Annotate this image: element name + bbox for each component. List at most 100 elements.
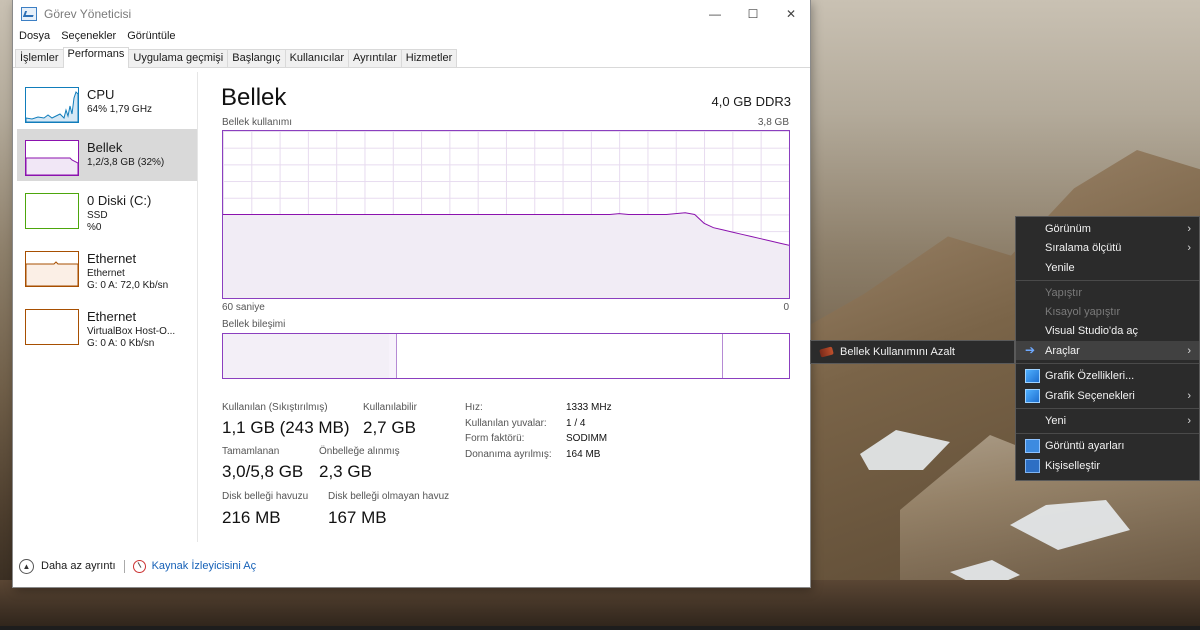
menu-item-paste: Yapıştır bbox=[1016, 283, 1199, 302]
form-factor-label: Form faktörü: bbox=[465, 433, 525, 444]
chevron-right-icon: › bbox=[1187, 389, 1191, 402]
menu-item-view[interactable]: Görünüm › bbox=[1016, 219, 1199, 238]
chevron-right-icon: › bbox=[1187, 414, 1191, 427]
sidebar-item-label: CPU bbox=[87, 87, 115, 102]
open-resource-monitor-link[interactable]: Kaynak İzleyicisini Aç bbox=[152, 560, 257, 572]
sidebar-item-label: 0 Diski (C:) bbox=[87, 193, 152, 208]
menu-item-label: Yeni bbox=[1045, 414, 1067, 427]
paged-pool-value: 216 MB bbox=[222, 508, 281, 527]
menu-item-label: Grafik Seçenekleri bbox=[1045, 389, 1135, 402]
graphics-icon bbox=[1025, 389, 1040, 403]
hardware-reserved-value: 164 MB bbox=[566, 449, 601, 460]
chevron-right-icon: › bbox=[1187, 344, 1191, 357]
menu-item-open-visual-studio[interactable]: Visual Studio'da aç bbox=[1016, 321, 1199, 340]
menu-item-label: Yenile bbox=[1045, 261, 1075, 274]
tab-details[interactable]: Ayrıntılar bbox=[347, 49, 402, 67]
tab-performance[interactable]: Performans bbox=[62, 47, 130, 68]
menu-item-label: Kısayol yapıştır bbox=[1045, 305, 1121, 318]
performance-sidebar: CPU 64% 1,79 GHz Bellek 1,2/3,8 GB (32%)… bbox=[15, 72, 198, 542]
cached-label: Önbelleğe alınmış bbox=[319, 446, 400, 457]
available-value: 2,7 GB bbox=[363, 418, 416, 437]
sidebar-item-cpu[interactable]: CPU 64% 1,79 GHz bbox=[17, 76, 197, 128]
fewer-details-link[interactable]: Daha az ayrıntı bbox=[41, 560, 116, 572]
close-button[interactable]: ✕ bbox=[772, 0, 810, 27]
menu-item-display-settings[interactable]: Görüntü ayarları bbox=[1016, 436, 1199, 455]
menu-item-label: Visual Studio'da aç bbox=[1045, 324, 1139, 337]
tab-users[interactable]: Kullanıcılar bbox=[284, 49, 349, 67]
composition-modified bbox=[389, 334, 397, 378]
footer-bar: ▲ Daha az ayrıntı Kaynak İzleyicisini Aç bbox=[19, 556, 256, 576]
menu-item-label: Görünüm bbox=[1045, 222, 1091, 235]
chevron-right-icon: › bbox=[1187, 241, 1191, 254]
sidebar-item-disk[interactable]: 0 Diski (C:) SSD %0 bbox=[17, 182, 197, 234]
tab-services[interactable]: Hizmetler bbox=[400, 49, 458, 67]
maximize-button[interactable]: ☐ bbox=[734, 0, 772, 27]
menu-item-refresh[interactable]: Yenile bbox=[1016, 258, 1199, 277]
slots-label: Kullanılan yuvalar: bbox=[465, 418, 547, 429]
arrow-icon: ➔ bbox=[1025, 343, 1036, 357]
menu-file[interactable]: Dosya bbox=[19, 30, 50, 42]
menu-item-graphics-properties[interactable]: Grafik Özellikleri... bbox=[1016, 366, 1199, 385]
in-use-label: Kullanılan (Sıkıştırılmış) bbox=[222, 402, 328, 413]
sidebar-item-ethernet-virtualbox[interactable]: Ethernet VirtualBox Host-O... G: 0 A: 0 … bbox=[17, 298, 197, 350]
disk-thumbnail bbox=[25, 193, 79, 229]
menu-view[interactable]: Görüntüle bbox=[127, 30, 175, 42]
menu-separator bbox=[1016, 363, 1199, 364]
reduce-memory-menu-item[interactable]: Bellek Kullanımını Azalt bbox=[840, 346, 955, 358]
menu-separator bbox=[1016, 280, 1199, 281]
memory-composition-bar bbox=[222, 333, 790, 379]
graph-x-right-label: 0 bbox=[783, 302, 789, 313]
menu-separator bbox=[1016, 433, 1199, 434]
menu-item-label: Sıralama ölçütü bbox=[1045, 241, 1122, 254]
memory-usage-area bbox=[223, 212, 789, 298]
memory-type: 4,0 GB DDR3 bbox=[711, 94, 791, 109]
menu-item-graphics-options[interactable]: Grafik Seçenekleri › bbox=[1016, 386, 1199, 405]
task-manager-icon bbox=[21, 6, 37, 21]
paged-pool-label: Disk belleği havuzu bbox=[222, 491, 309, 502]
sidebar-item-label: Ethernet bbox=[87, 251, 137, 266]
chevron-up-icon[interactable]: ▲ bbox=[19, 558, 34, 574]
available-label: Kullanılabilir bbox=[363, 402, 417, 413]
menu-item-sort-by[interactable]: Sıralama ölçütü › bbox=[1016, 238, 1199, 257]
composition-standby-divider bbox=[722, 334, 723, 378]
menu-item-tools[interactable]: ➔ Araçlar › bbox=[1016, 341, 1199, 360]
menu-item-label: Grafik Özellikleri... bbox=[1045, 369, 1135, 382]
sidebar-item-detail: 64% 1,79 GHz bbox=[87, 104, 153, 115]
sidebar-item-ethernet[interactable]: Ethernet Ethernet G: 0 A: 72,0 Kb/sn bbox=[17, 240, 197, 292]
tab-startup[interactable]: Başlangıç bbox=[227, 49, 286, 67]
menu-item-label: Yapıştır bbox=[1045, 286, 1083, 299]
chevron-right-icon: › bbox=[1187, 222, 1191, 235]
cached-value: 2,3 GB bbox=[319, 462, 372, 481]
sidebar-item-detail: G: 0 A: 72,0 Kb/sn bbox=[87, 280, 169, 291]
sidebar-item-label: Ethernet bbox=[87, 309, 137, 324]
tab-processes[interactable]: İşlemler bbox=[15, 49, 64, 67]
form-factor-value: SODIMM bbox=[566, 433, 608, 444]
sidebar-item-detail: G: 0 A: 0 Kb/sn bbox=[87, 338, 155, 349]
ethernet-thumbnail bbox=[25, 309, 79, 345]
tab-app-history[interactable]: Uygulama geçmişi bbox=[128, 49, 229, 67]
menu-item-label: Görüntü ayarları bbox=[1045, 439, 1125, 452]
menu-options[interactable]: Seçenekler bbox=[61, 30, 116, 42]
nonpaged-pool-label: Disk belleği olmayan havuz bbox=[328, 491, 450, 502]
menu-item-personalize[interactable]: Kişiselleştir bbox=[1016, 456, 1199, 475]
minimize-button[interactable]: — bbox=[696, 0, 734, 27]
in-use-value: 1,1 GB (243 MB) bbox=[222, 418, 350, 437]
graph-x-left-label: 60 saniye bbox=[222, 302, 265, 313]
sidebar-item-label: Bellek bbox=[87, 140, 123, 155]
resource-monitor-icon bbox=[132, 559, 146, 573]
sidebar-item-detail: VirtualBox Host-O... bbox=[87, 326, 176, 337]
desktop-foreground bbox=[0, 580, 1200, 630]
memory-usage-svg bbox=[223, 212, 789, 298]
menu-item-label: Araçlar bbox=[1045, 344, 1080, 357]
composition-in-use bbox=[223, 334, 390, 378]
desktop-context-menu: Görünüm › Sıralama ölçütü › Yenile Yapış… bbox=[1015, 216, 1200, 481]
menu-bar: Dosya Seçenekler Görüntüle bbox=[13, 27, 810, 44]
reduce-memory-icon bbox=[819, 346, 834, 358]
menu-item-label: Kişiselleştir bbox=[1045, 459, 1101, 472]
cpu-thumbnail bbox=[25, 87, 79, 123]
menu-item-new[interactable]: Yeni › bbox=[1016, 411, 1199, 430]
title-bar[interactable]: Görev Yöneticisi — ☐ ✕ bbox=[13, 0, 810, 27]
graphics-icon bbox=[1025, 369, 1040, 383]
sidebar-item-memory[interactable]: Bellek 1,2/3,8 GB (32%) bbox=[17, 129, 197, 181]
task-manager-window[interactable]: Görev Yöneticisi — ☐ ✕ Dosya Seçenekler … bbox=[13, 0, 810, 587]
